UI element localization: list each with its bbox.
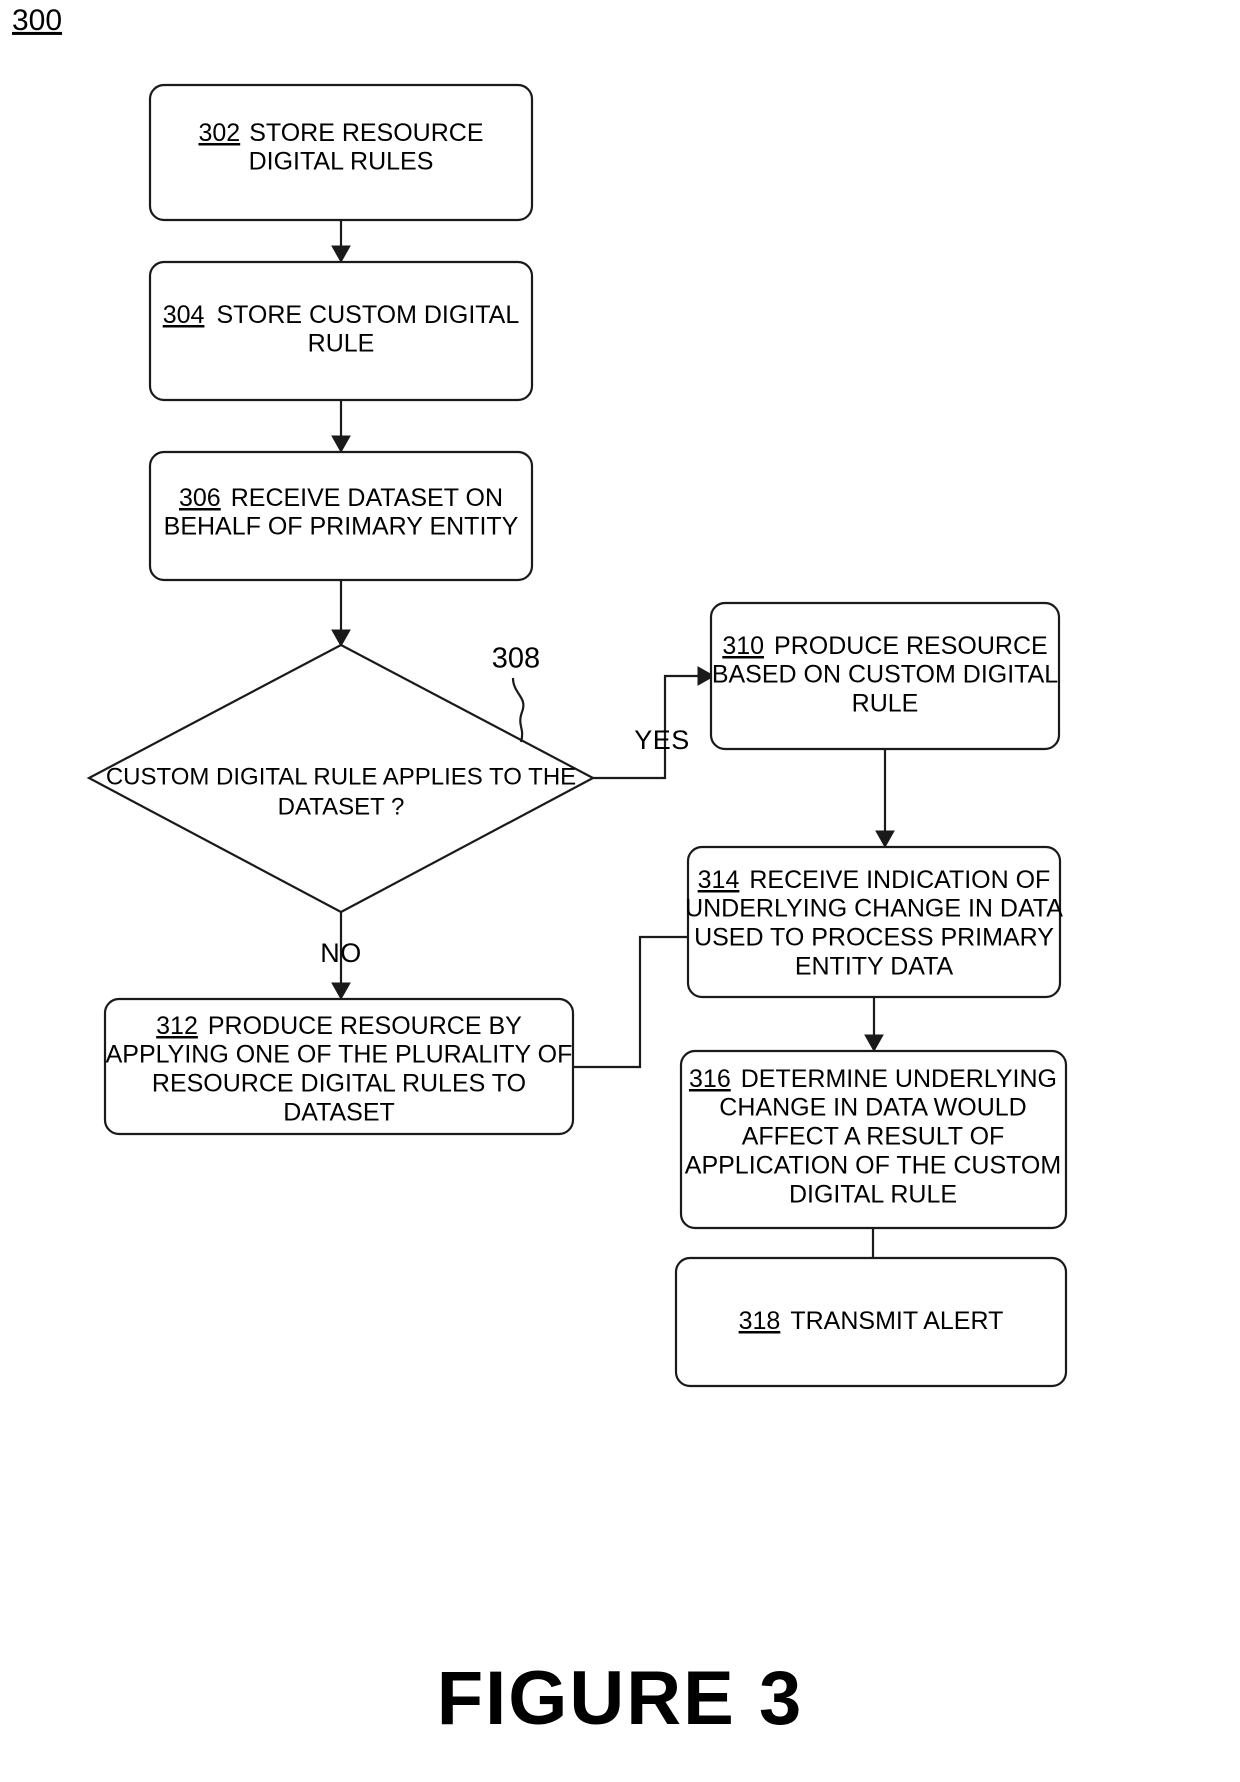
flowchart-canvas: 300 302 STORE RESOURCE DIGITAL RULES 304 S… [0, 0, 1240, 1782]
connector-310-to-314 [875, 749, 895, 849]
node-310-line-2: BASED ON CUSTOM DIGITAL [712, 661, 1058, 689]
node-318-line-1: 318 TRANSMIT ALERT [739, 1307, 1004, 1335]
node-304[interactable]: 304 STORE CUSTOM DIGITAL RULE [148, 260, 534, 402]
node-310-line-3: RULE [852, 690, 919, 718]
node-316[interactable]: 316 DETERMINE UNDERLYING CHANGE IN DATA W… [679, 1049, 1068, 1230]
connector-308-to-310-yes: YES [593, 666, 716, 780]
connector-314-to-316 [864, 997, 884, 1053]
node-312-line-3: RESOURCE DIGITAL RULES TO [152, 1070, 526, 1098]
connector-304-to-306 [331, 400, 351, 454]
connector-302-to-304 [331, 220, 351, 264]
node-316-line-4: APPLICATION OF THE CUSTOM [685, 1152, 1061, 1180]
node-314-line-3: USED TO PROCESS PRIMARY [694, 924, 1054, 952]
connector-308-to-312-no: NO [320, 912, 362, 1001]
node-312[interactable]: 312 PRODUCE RESOURCE BY APPLYING ONE OF T… [103, 997, 575, 1136]
branch-label-no: NO [320, 938, 362, 968]
node-308[interactable]: CUSTOM DIGITAL RULE APPLIES TO THE DATAS… [86, 643, 596, 914]
node-302-line-2: DIGITAL RULES [249, 148, 434, 176]
node-310[interactable]: 310 PRODUCE RESOURCE BASED ON CUSTOM DIGI… [709, 601, 1061, 751]
node-304-line-2: RULE [308, 330, 375, 358]
branch-label-yes: YES [634, 725, 690, 755]
node-316-line-3: AFFECT A RESULT OF [742, 1123, 1005, 1151]
node-314[interactable]: 314 RECEIVE INDICATION OF UNDERLYING CHAN… [685, 845, 1063, 999]
connector-306-to-308 [331, 580, 351, 648]
node-316-line-5: DIGITAL RULE [789, 1181, 957, 1209]
node-314-line-1: 314 RECEIVE INDICATION OF [698, 866, 1051, 894]
node-318[interactable]: 318 TRANSMIT ALERT [674, 1256, 1068, 1388]
node-314-line-4: ENTITY DATA [795, 953, 954, 981]
figure-caption: FIGURE 3 [436, 1656, 804, 1741]
node-316-line-2: CHANGE IN DATA WOULD [719, 1094, 1026, 1122]
node-312-line-1: 312 PRODUCE RESOURCE BY [156, 1012, 522, 1040]
node-308-line-1: CUSTOM DIGITAL RULE APPLIES TO THE [106, 763, 576, 790]
node-312-line-4: DATASET [283, 1099, 395, 1127]
node-316-line-1: 316 DETERMINE UNDERLYING [689, 1065, 1057, 1093]
callout-308: 308 [492, 643, 540, 743]
node-304-line-1: 304 STORE CUSTOM DIGITAL [163, 301, 520, 329]
flowchart-svg: 300 302 STORE RESOURCE DIGITAL RULES 304 S… [12, 4, 1068, 1388]
node-302[interactable]: 302 STORE RESOURCE DIGITAL RULES [148, 83, 534, 222]
node-306[interactable]: 306 RECEIVE DATASET ON BEHALF OF PRIMARY … [148, 450, 534, 582]
node-314-line-2: UNDERLYING CHANGE IN DATA [685, 895, 1063, 923]
figure-number-label: 300 [12, 4, 62, 37]
node-306-line-2: BEHALF OF PRIMARY ENTITY [164, 513, 519, 541]
node-308-line-2: DATASET ? [278, 793, 405, 820]
node-312-line-2: APPLYING ONE OF THE PLURALITY OF [106, 1041, 573, 1069]
callout-308-number: 308 [492, 643, 540, 675]
